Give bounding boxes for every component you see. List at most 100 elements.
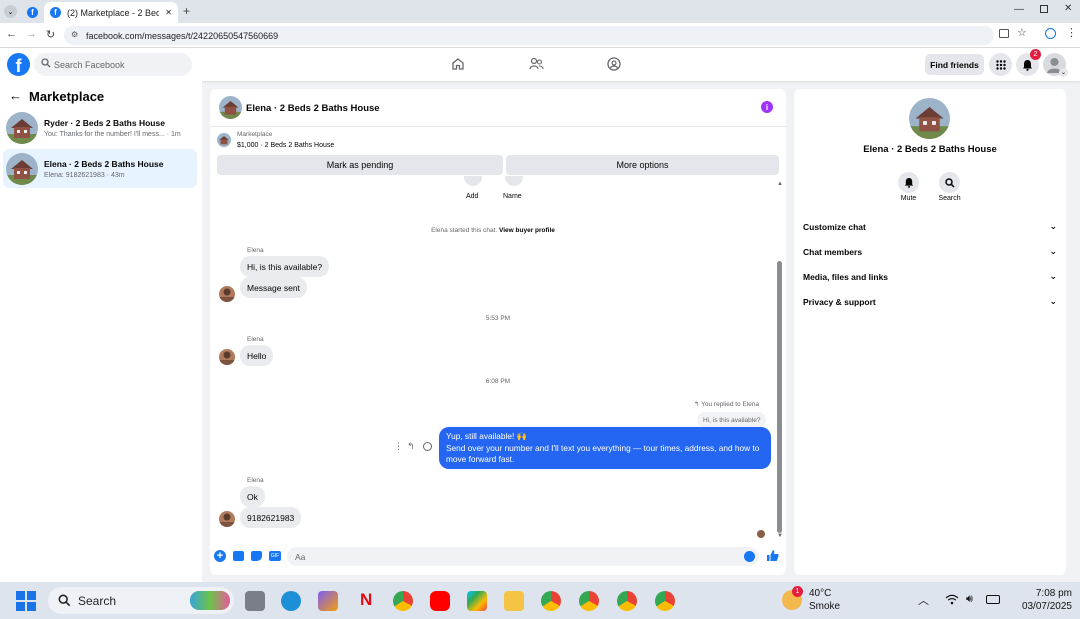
- sender-name: Elena: [247, 247, 264, 254]
- search-input[interactable]: Search Facebook: [34, 53, 192, 76]
- message-bubble[interactable]: Ok: [240, 486, 265, 507]
- chevron-down-icon: ⌄: [1049, 271, 1057, 281]
- notifications-button[interactable]: 2: [1016, 49, 1041, 76]
- sender-avatar[interactable]: [219, 511, 235, 527]
- chat-members-section[interactable]: Chat members ⌄: [803, 246, 1057, 257]
- my-message-line2: Send over your number and I'll text you …: [446, 442, 760, 465]
- friends-icon[interactable]: [529, 57, 544, 71]
- emoji-icon[interactable]: [744, 551, 755, 562]
- react-emoji-icon[interactable]: [423, 442, 432, 451]
- reload-icon[interactable]: ↻: [46, 28, 55, 41]
- windows-taskbar: Search N 1 40°C Smoke ︿ 🔊︎ 7:08 pm 03/07…: [0, 582, 1080, 619]
- close-window-icon[interactable]: ✕: [1064, 3, 1072, 14]
- netflix-icon[interactable]: N: [360, 590, 372, 610]
- chrome-profile-icon[interactable]: [617, 591, 637, 611]
- timestamp: 6:08 PM: [485, 378, 511, 385]
- section-label: Chat members: [803, 246, 863, 257]
- view-buyer-profile-link[interactable]: View buyer profile: [499, 227, 555, 234]
- active-tab[interactable]: f (2) Marketplace - 2 Beds 2 Baths ✕: [44, 2, 178, 23]
- sender-avatar[interactable]: [219, 286, 235, 302]
- menu-kebab-icon[interactable]: ⋮: [1066, 26, 1077, 39]
- chrome-profile-icon[interactable]: [655, 591, 675, 611]
- scroll-up-icon[interactable]: ▲: [777, 181, 783, 187]
- tab-search-icon[interactable]: ⌄: [4, 5, 17, 18]
- taskbar-search-box[interactable]: Search: [48, 587, 234, 614]
- scroll-thumb[interactable]: [777, 261, 782, 533]
- listing-detail[interactable]: $1,000 · 2 Beds 2 Baths House: [237, 142, 334, 149]
- sender-avatar[interactable]: [219, 349, 235, 365]
- install-app-icon[interactable]: [999, 29, 1009, 38]
- weather-temp[interactable]: 40°C: [809, 588, 831, 599]
- pinned-facebook-tab[interactable]: f: [22, 2, 44, 23]
- my-message-bubble[interactable]: Yup, still available! 🙌 Send over your n…: [439, 427, 771, 469]
- conversation-item-elena[interactable]: Elena · 2 Beds 2 Baths House Elena: 9182…: [3, 149, 197, 188]
- chevron-up-icon[interactable]: ︿: [918, 592, 929, 608]
- message-bubble[interactable]: Message sent: [240, 277, 307, 298]
- new-tab-button[interactable]: +: [183, 4, 190, 18]
- maximize-icon[interactable]: [1040, 5, 1048, 13]
- search-in-chat-button[interactable]: [939, 172, 960, 193]
- plus-icon[interactable]: +: [214, 550, 226, 562]
- play-store-icon[interactable]: [467, 591, 487, 611]
- edit-name-icon[interactable]: [505, 176, 523, 186]
- minimize-icon[interactable]: —: [1014, 4, 1024, 15]
- chat-house-avatar[interactable]: [219, 96, 242, 119]
- menu-grid-button[interactable]: [989, 53, 1012, 76]
- info-icon[interactable]: i: [761, 101, 773, 113]
- weather-icon[interactable]: 1: [782, 586, 803, 610]
- site-info-icon[interactable]: ⚙: [71, 30, 78, 39]
- clock-time[interactable]: 7:08 pm: [1014, 588, 1072, 599]
- chat-title[interactable]: Elena · 2 Beds 2 Baths House: [246, 103, 380, 114]
- chat-scrollbar[interactable]: ▲ ▼: [777, 181, 783, 541]
- customize-chat-section[interactable]: Customize chat ⌄: [803, 221, 1057, 232]
- copilot-icon[interactable]: [318, 591, 338, 611]
- facebook-logo-icon[interactable]: f: [7, 53, 30, 76]
- message-input[interactable]: Aa: [287, 547, 759, 566]
- youtube-icon[interactable]: [430, 591, 450, 611]
- message-bubble[interactable]: 9182621983: [240, 507, 302, 528]
- message-bubble[interactable]: Hi, is this available?: [240, 256, 330, 277]
- media-files-links-section[interactable]: Media, files and links ⌄: [803, 271, 1057, 282]
- mark-as-pending-button[interactable]: Mark as pending: [217, 155, 503, 175]
- back-arrow-icon[interactable]: ←: [9, 88, 22, 103]
- listing-thumbnail[interactable]: [217, 133, 231, 147]
- notification-badge: 2: [1030, 49, 1041, 60]
- file-explorer-icon[interactable]: [504, 591, 524, 611]
- thumbs-up-icon[interactable]: [766, 549, 779, 562]
- quoted-message[interactable]: Hi, is this available?: [697, 412, 767, 428]
- sticker-icon[interactable]: [251, 551, 262, 561]
- profile-icon[interactable]: [1045, 28, 1056, 39]
- privacy-support-section[interactable]: Privacy & support ⌄: [803, 296, 1057, 307]
- tab-close-icon[interactable]: ✕: [165, 8, 172, 17]
- wifi-icon[interactable]: [945, 594, 959, 605]
- more-options-button[interactable]: More options: [506, 155, 779, 175]
- volume-icon[interactable]: 🔊︎: [966, 593, 973, 606]
- chrome-profile-icon[interactable]: [541, 591, 561, 611]
- home-icon[interactable]: [451, 57, 465, 71]
- account-avatar[interactable]: ⌄: [1043, 53, 1068, 77]
- photo-icon[interactable]: [233, 551, 244, 561]
- back-icon[interactable]: ←: [6, 28, 17, 40]
- gif-icon[interactable]: GIF: [269, 551, 281, 561]
- bookmark-star-icon[interactable]: ☆: [1017, 26, 1027, 39]
- weather-desc[interactable]: Smoke: [809, 601, 840, 612]
- edge-icon[interactable]: [281, 591, 301, 611]
- more-actions-icon[interactable]: ⋮: [394, 441, 403, 452]
- message-bubble[interactable]: Hello: [240, 345, 274, 366]
- chrome-profile-icon[interactable]: [579, 591, 599, 611]
- task-view-icon[interactable]: [245, 591, 265, 611]
- timestamp: 5:53 PM: [485, 315, 511, 322]
- reply-icon[interactable]: ↰: [407, 441, 415, 452]
- mute-button[interactable]: [898, 172, 919, 193]
- forward-icon[interactable]: →: [26, 28, 37, 40]
- groups-icon[interactable]: [607, 57, 621, 71]
- scroll-down-icon[interactable]: ▼: [777, 533, 783, 539]
- add-people-icon[interactable]: [464, 176, 482, 186]
- windows-start-icon[interactable]: [16, 591, 36, 611]
- clock-date[interactable]: 03/07/2025: [1008, 601, 1072, 612]
- chrome-icon[interactable]: [393, 591, 413, 611]
- conversation-item-ryder[interactable]: Ryder · 2 Beds 2 Baths House You: Thanks…: [3, 108, 197, 147]
- find-friends-button[interactable]: Find friends: [925, 54, 984, 75]
- battery-icon[interactable]: [986, 595, 1000, 604]
- url-field[interactable]: ⚙ facebook.com/messages/t/24220650547560…: [64, 26, 994, 45]
